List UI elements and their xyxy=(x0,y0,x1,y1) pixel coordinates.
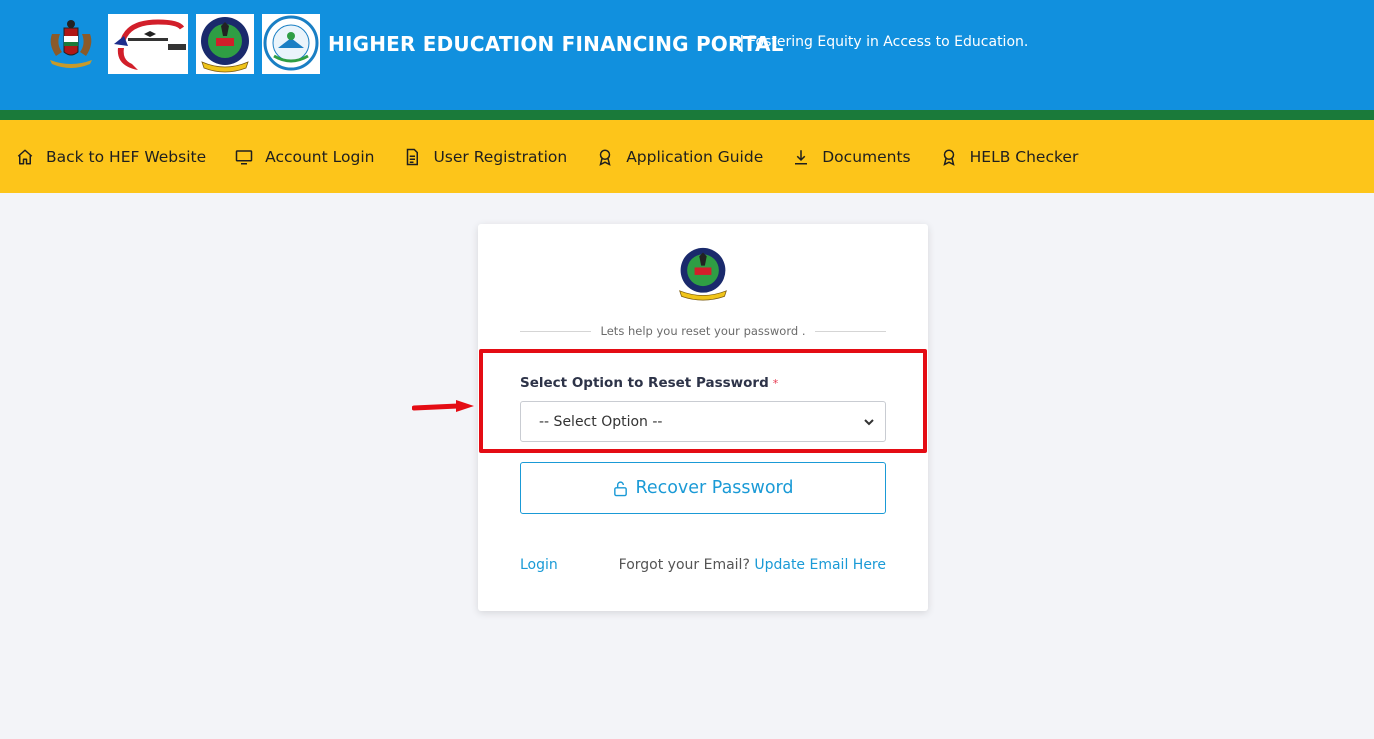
logo-group xyxy=(42,14,320,74)
nav-account-login[interactable]: Account Login xyxy=(235,148,374,166)
home-icon xyxy=(17,149,33,164)
nav-label: Back to HEF Website xyxy=(46,147,207,166)
forgot-email-text: Forgot your Email? xyxy=(618,557,750,573)
header-green-stripe xyxy=(0,110,1374,120)
helb-logo-icon xyxy=(679,247,727,301)
header-bar: HIGHER EDUCATION FINANCING PORTAL | Fost… xyxy=(0,0,1374,110)
reset-option-label-text: Select Option to Reset Password xyxy=(520,375,769,391)
nav-helb-checker[interactable]: HELB Checker xyxy=(940,147,1079,166)
subtitle-divider: Lets help you reset your password . xyxy=(520,324,887,338)
monitor-icon xyxy=(235,149,253,164)
main-nav: Back to HEF Website Account Login User R… xyxy=(0,120,1374,193)
divider-line xyxy=(520,330,591,332)
portal-tagline: Fostering Equity in Access to Education. xyxy=(748,34,1029,50)
reset-option-select[interactable]: -- Select Option -- xyxy=(520,401,886,442)
reset-option-label: Select Option to Reset Password * xyxy=(520,375,778,391)
nav-documents[interactable]: Documents xyxy=(792,147,911,166)
recover-password-button[interactable]: Recover Password xyxy=(520,462,886,514)
ministry-of-education-logo-icon xyxy=(108,14,188,74)
kenya-coat-of-arms-icon xyxy=(50,20,92,68)
document-icon xyxy=(407,148,419,165)
download-icon xyxy=(795,149,808,164)
portal-title: HIGHER EDUCATION FINANCING PORTAL xyxy=(328,32,784,56)
nav-application-guide[interactable]: Application Guide xyxy=(596,148,763,166)
nav-user-registration[interactable]: User Registration xyxy=(403,148,567,166)
unlock-icon xyxy=(614,480,628,496)
award-icon xyxy=(943,149,955,166)
title-separator: | xyxy=(739,33,745,53)
arrow-right-icon xyxy=(412,400,474,412)
forgot-email-row: Forgot your Email? Update Email Here xyxy=(619,557,886,573)
reset-password-card: Lets help you reset your password . Sele… xyxy=(478,224,928,611)
card-subtitle: Lets help you reset your password . xyxy=(600,324,806,338)
login-link[interactable]: Login xyxy=(520,557,558,573)
award-icon xyxy=(599,149,611,166)
nav-back-to-hef-website[interactable]: Back to HEF Website xyxy=(16,148,206,166)
divider-line xyxy=(815,330,887,332)
select-value: -- Select Option -- xyxy=(539,413,663,430)
update-email-link[interactable]: Update Email Here xyxy=(754,557,886,573)
nav-label: Documents xyxy=(822,147,911,166)
chevron-down-icon xyxy=(864,419,874,426)
required-mark: * xyxy=(772,377,779,390)
nav-label: Application Guide xyxy=(626,147,764,166)
universities-fund-logo-icon xyxy=(262,14,320,74)
recover-password-label: Recover Password xyxy=(635,478,794,498)
nav-label: Account Login xyxy=(265,147,375,166)
nav-label: HELB Checker xyxy=(969,147,1079,166)
nav-label: User Registration xyxy=(433,147,568,166)
helb-logo-icon xyxy=(196,14,254,74)
